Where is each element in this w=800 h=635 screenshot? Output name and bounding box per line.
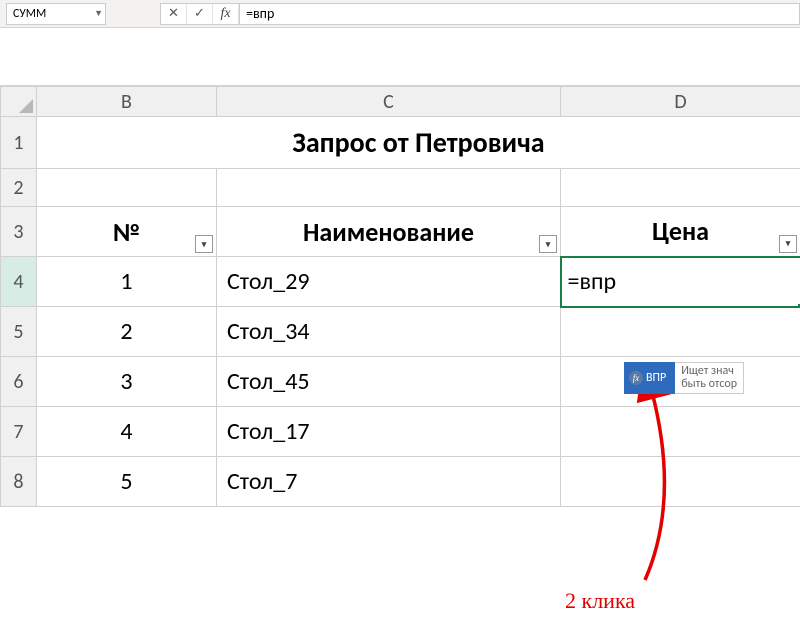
name-box-value: СУММ xyxy=(13,7,46,21)
column-header-C[interactable]: C xyxy=(217,87,561,117)
row-header-8[interactable]: 8 xyxy=(1,457,37,507)
autocomplete-item[interactable]: fx ВПР xyxy=(624,362,675,394)
header-name[interactable]: Наименование ▾ xyxy=(217,207,561,257)
formula-confirm-button[interactable]: ✓ xyxy=(187,4,213,24)
formula-cancel-button[interactable]: ✕ xyxy=(161,4,187,24)
filter-button[interactable]: ▾ xyxy=(779,235,797,253)
formula-bar-expanded-area xyxy=(0,28,800,86)
formula-input-text: =впр xyxy=(246,5,274,22)
insert-function-button[interactable]: fx xyxy=(213,4,239,24)
filter-button[interactable]: ▾ xyxy=(195,235,213,253)
header-num[interactable]: № ▾ xyxy=(37,207,217,257)
row-header-5[interactable]: 5 xyxy=(1,307,37,357)
autocomplete-description: Ищет знач быть отсор xyxy=(675,362,744,394)
table-row: 3 № ▾ Наименование ▾ Цена ▾ xyxy=(1,207,800,257)
column-header-D[interactable]: D xyxy=(561,87,800,117)
row-header-7[interactable]: 7 xyxy=(1,407,37,457)
name-box-dropdown-icon[interactable]: ▼ xyxy=(94,8,103,19)
row-header-2[interactable]: 2 xyxy=(1,169,37,207)
cell-D4-active[interactable]: =впр xyxy=(561,257,800,307)
cell-C8[interactable]: Стол_7 xyxy=(217,457,561,507)
table-row: 1 Запрос от Петровича xyxy=(1,117,800,169)
cell-D8[interactable] xyxy=(561,457,800,507)
row-header-6[interactable]: 6 xyxy=(1,357,37,407)
formula-bar: СУММ ▼ ✕ ✓ fx =впр xyxy=(0,0,800,28)
header-price[interactable]: Цена ▾ xyxy=(561,207,800,257)
cell-D5[interactable] xyxy=(561,307,800,357)
select-all-corner[interactable] xyxy=(1,87,37,117)
active-cell-text: =впр xyxy=(568,267,617,296)
formula-bar-buttons: ✕ ✓ fx xyxy=(160,3,239,25)
annotation-label: 2 клика xyxy=(565,588,635,614)
cell-B2[interactable] xyxy=(37,169,217,207)
header-name-label: Наименование xyxy=(303,216,474,248)
column-header-B[interactable]: B xyxy=(37,87,217,117)
column-header-row: B C D xyxy=(1,87,800,117)
table-row: 7 4 Стол_17 xyxy=(1,407,800,457)
cell-B7[interactable]: 4 xyxy=(37,407,217,457)
filter-button[interactable]: ▾ xyxy=(539,235,557,253)
cell-D2[interactable] xyxy=(561,169,800,207)
cell-B4[interactable]: 1 xyxy=(37,257,217,307)
title-cell[interactable]: Запрос от Петровича xyxy=(37,117,800,169)
table-row: 5 2 Стол_34 xyxy=(1,307,800,357)
header-price-label: Цена xyxy=(652,215,709,247)
spreadsheet-grid[interactable]: B C D 1 Запрос от Петровича 2 3 № ▾ Наим… xyxy=(0,86,800,507)
cell-C6[interactable]: Стол_45 xyxy=(217,357,561,407)
table-row: 4 1 Стол_29 =впр xyxy=(1,257,800,307)
row-header-3[interactable]: 3 xyxy=(1,207,37,257)
header-num-label: № xyxy=(113,216,140,248)
cell-B8[interactable]: 5 xyxy=(37,457,217,507)
cell-C4[interactable]: Стол_29 xyxy=(217,257,561,307)
row-header-4[interactable]: 4 xyxy=(1,257,37,307)
cell-C5[interactable]: Стол_34 xyxy=(217,307,561,357)
cell-C2[interactable] xyxy=(217,169,561,207)
table-row: 8 5 Стол_7 xyxy=(1,457,800,507)
fill-handle[interactable] xyxy=(797,303,800,307)
row-header-1[interactable]: 1 xyxy=(1,117,37,169)
formula-input[interactable]: =впр xyxy=(239,3,800,25)
cell-D7[interactable] xyxy=(561,407,800,457)
table-row: 2 xyxy=(1,169,800,207)
cell-B5[interactable]: 2 xyxy=(37,307,217,357)
autocomplete-fn-name: ВПР xyxy=(646,371,666,385)
cell-C7[interactable]: Стол_17 xyxy=(217,407,561,457)
cell-B6[interactable]: 3 xyxy=(37,357,217,407)
name-box[interactable]: СУММ ▼ xyxy=(6,3,106,25)
fx-icon: fx xyxy=(629,371,643,385)
formula-autocomplete-popup[interactable]: fx ВПР Ищет знач быть отсор xyxy=(624,362,744,394)
